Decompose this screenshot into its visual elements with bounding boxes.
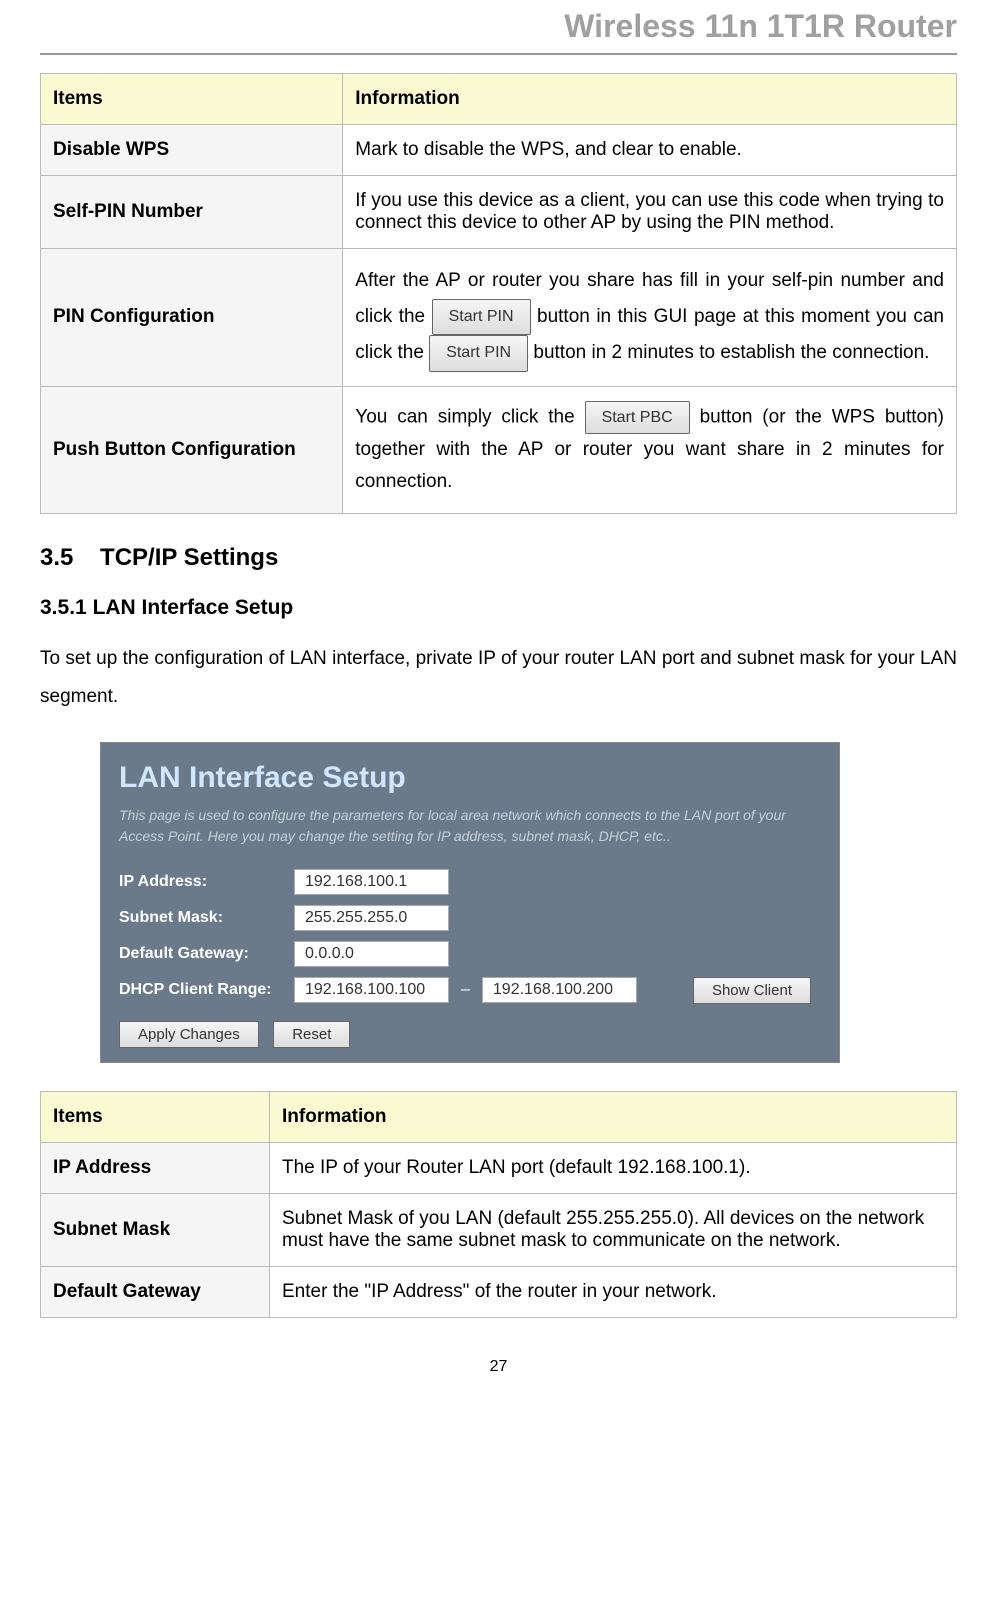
subsection-num: 3.5.1: [40, 596, 87, 619]
cell-disable-wps-label: Disable WPS: [41, 125, 343, 176]
pinconfig-text-after: button in 2 minutes to establish the con…: [533, 343, 929, 364]
table1-header-items: Items: [41, 74, 343, 125]
table1-header-info: Information: [343, 74, 957, 125]
subsection-heading: 3.5.1 LAN Interface Setup: [40, 596, 957, 620]
body-paragraph: To set up the configuration of LAN inter…: [40, 640, 957, 716]
cell-ip-label: IP Address: [41, 1142, 270, 1193]
dhcp-range-row: DHCP Client Range: 192.168.100.100 – 192…: [119, 977, 821, 1004]
header-title: Wireless 11n 1T1R Router: [564, 8, 957, 44]
screenshot-buttons: Apply Changes Reset: [119, 1026, 821, 1044]
screenshot-title: LAN Interface Setup: [119, 761, 821, 795]
start-pin-button[interactable]: Start PIN: [432, 299, 531, 335]
subnet-mask-input[interactable]: 255.255.255.0: [294, 905, 449, 931]
table2-header-info: Information: [270, 1091, 957, 1142]
section-title: TCP/IP Settings: [100, 544, 278, 571]
cell-pbc-label: Push Button Configuration: [41, 386, 343, 513]
table-row: Subnet Mask Subnet Mask of you LAN (defa…: [41, 1193, 957, 1266]
cell-mask-label: Subnet Mask: [41, 1193, 270, 1266]
default-gateway-label: Default Gateway:: [119, 945, 294, 963]
ip-address-input[interactable]: 192.168.100.1: [294, 869, 449, 895]
cell-selfpin-info: If you use this device as a client, you …: [343, 176, 957, 249]
apply-changes-button[interactable]: Apply Changes: [119, 1021, 259, 1048]
reset-button[interactable]: Reset: [273, 1021, 350, 1048]
dhcp-range-separator: –: [461, 981, 470, 999]
lan-interface-screenshot: LAN Interface Setup This page is used to…: [100, 742, 840, 1063]
table-row: PIN Configuration After the AP or router…: [41, 249, 957, 387]
cell-gw-label: Default Gateway: [41, 1266, 270, 1317]
dhcp-range-label: DHCP Client Range:: [119, 981, 294, 999]
table-row: Push Button Configuration You can simply…: [41, 386, 957, 513]
subnet-mask-row: Subnet Mask: 255.255.255.0: [119, 905, 821, 931]
cell-pbc-info: You can simply click the Start PBC butto…: [343, 386, 957, 513]
default-gateway-row: Default Gateway: 0.0.0.0: [119, 941, 821, 967]
dhcp-range-from-input[interactable]: 192.168.100.100: [294, 977, 449, 1003]
table-lan-info: Items Information IP Address The IP of y…: [40, 1091, 957, 1318]
show-client-button[interactable]: Show Client: [693, 977, 811, 1004]
section-num: 3.5: [40, 544, 73, 571]
cell-mask-info: Subnet Mask of you LAN (default 255.255.…: [270, 1193, 957, 1266]
cell-ip-info: The IP of your Router LAN port (default …: [270, 1142, 957, 1193]
cell-pinconfig-label: PIN Configuration: [41, 249, 343, 387]
ip-address-row: IP Address: 192.168.100.1: [119, 869, 821, 895]
page-header: Wireless 11n 1T1R Router: [40, 0, 957, 55]
table2-header-items: Items: [41, 1091, 270, 1142]
default-gateway-input[interactable]: 0.0.0.0: [294, 941, 449, 967]
cell-disable-wps-info: Mark to disable the WPS, and clear to en…: [343, 125, 957, 176]
start-pin-button[interactable]: Start PIN: [429, 335, 528, 371]
table-row: Self-PIN Number If you use this device a…: [41, 176, 957, 249]
table-wps-info: Items Information Disable WPS Mark to di…: [40, 73, 957, 514]
cell-gw-info: Enter the "IP Address" of the router in …: [270, 1266, 957, 1317]
table-row: Disable WPS Mark to disable the WPS, and…: [41, 125, 957, 176]
cell-pinconfig-info: After the AP or router you share has fil…: [343, 249, 957, 387]
start-pbc-button[interactable]: Start PBC: [585, 401, 690, 434]
subnet-mask-label: Subnet Mask:: [119, 909, 294, 927]
section-heading: 3.5 TCP/IP Settings: [40, 544, 957, 572]
ip-address-label: IP Address:: [119, 873, 294, 891]
table-row: IP Address The IP of your Router LAN por…: [41, 1142, 957, 1193]
dhcp-range-to-input[interactable]: 192.168.100.200: [482, 977, 637, 1003]
table-row: Default Gateway Enter the "IP Address" o…: [41, 1266, 957, 1317]
page-number: 27: [40, 1358, 957, 1376]
screenshot-desc: This page is used to configure the param…: [119, 805, 821, 847]
pbc-text-before: You can simply click the: [355, 406, 584, 427]
subsection-title: LAN Interface Setup: [93, 596, 294, 619]
cell-selfpin-label: Self-PIN Number: [41, 176, 343, 249]
